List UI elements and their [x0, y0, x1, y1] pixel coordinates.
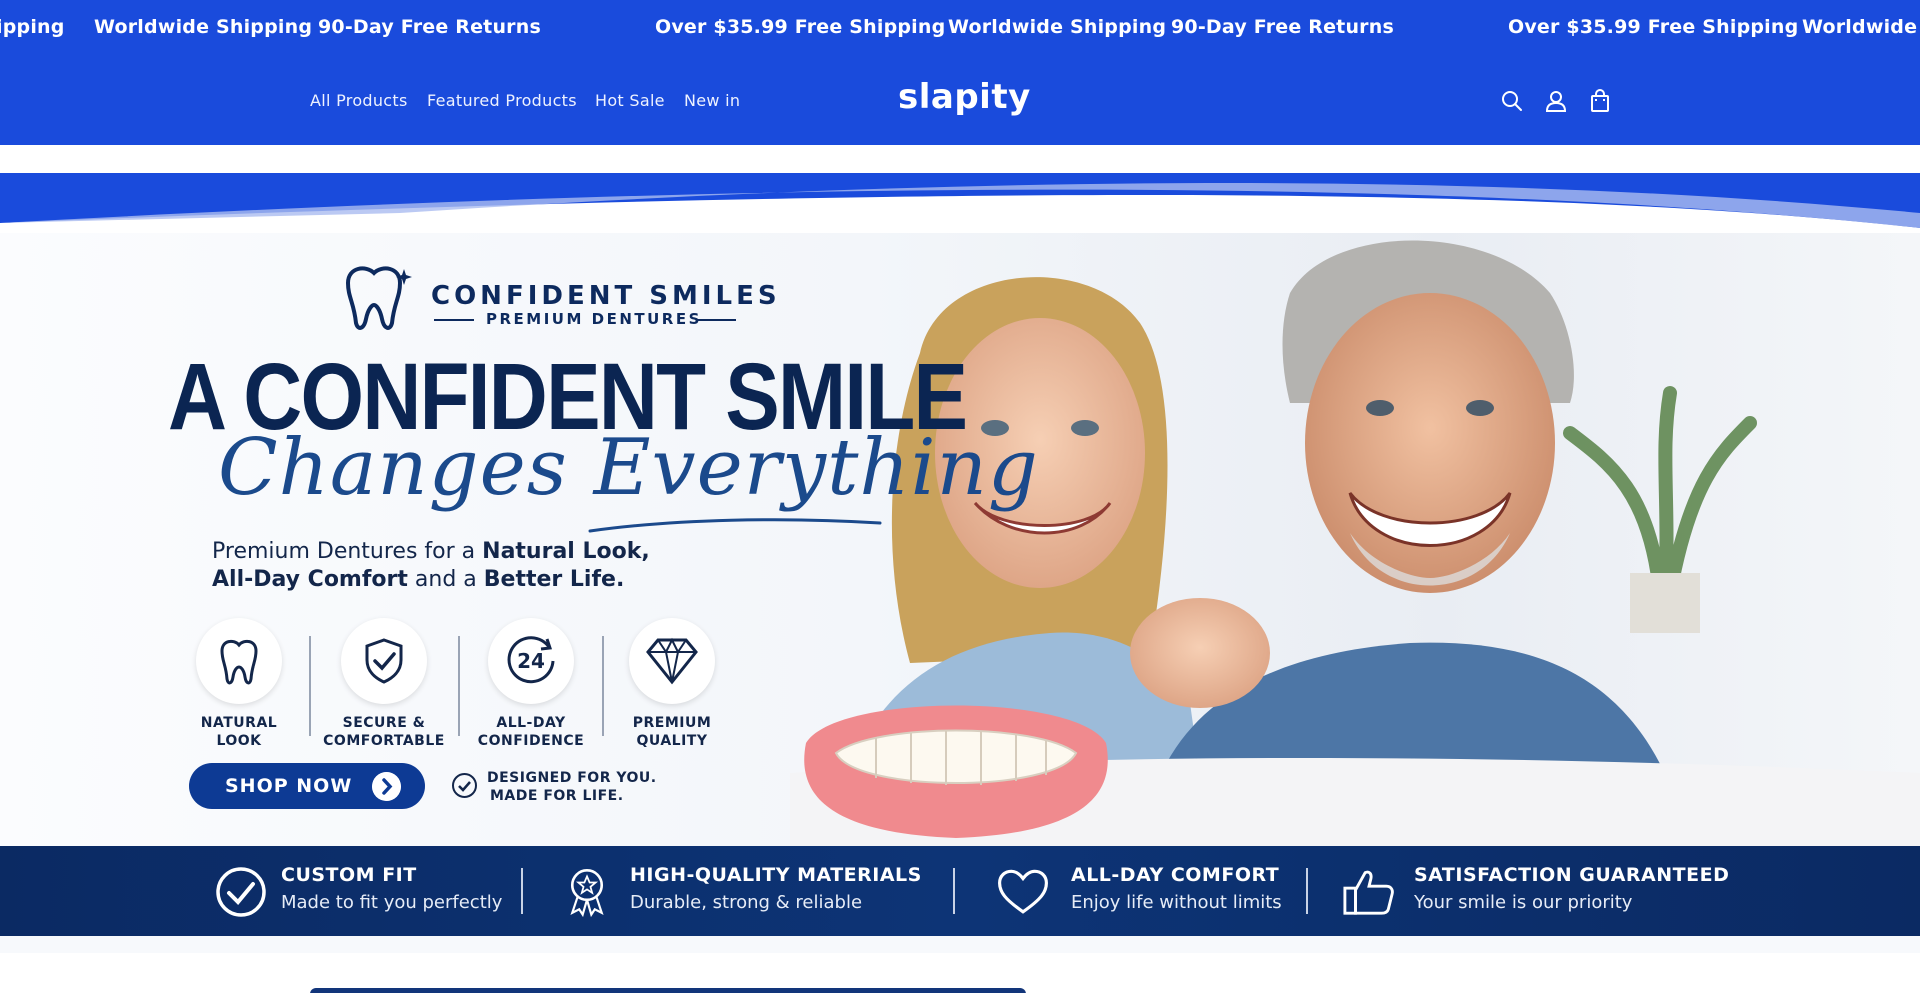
announcement-item: Over $35.99 Free Shipping — [655, 16, 946, 38]
benefit-subtitle: Durable, strong & reliable — [630, 892, 863, 913]
thumbs-up-icon — [1343, 870, 1394, 915]
benefit-high-quality-materials: HIGH-QUALITY MATERIALS Durable, strong &… — [630, 864, 922, 913]
divider — [434, 319, 474, 321]
nav-all-products[interactable]: All Products — [310, 91, 408, 110]
24-hour-badge-text: 24 — [517, 649, 545, 673]
benefit-subtitle: Enjoy life without limits — [1071, 892, 1282, 913]
feature-premium-quality: PREMIUM QUALITY — [602, 618, 742, 750]
award-badge-icon — [570, 869, 604, 918]
24-hour-icon: 24 — [507, 636, 555, 684]
script-underline-decoration — [588, 518, 882, 533]
feature-all-day-confidence: 24 ALL-DAY CONFIDENCE — [461, 618, 601, 750]
feature-label: NATURAL LOOK — [200, 715, 278, 749]
announcement-item: ipping — [0, 16, 65, 38]
announcement-item: 90-Day Free Returns — [1171, 16, 1394, 38]
benefit-satisfaction-guaranteed: SATISFACTION GUARANTEED Your smile is ou… — [1414, 864, 1729, 913]
divider — [696, 319, 736, 321]
divider — [953, 868, 955, 914]
hero-script-headline: Changes Everything — [218, 423, 1039, 513]
divider — [521, 868, 523, 914]
cart-icon[interactable] — [1587, 88, 1613, 114]
spacer-strip — [0, 145, 1920, 173]
benefit-title: ALL-DAY COMFORT — [1071, 864, 1280, 886]
announcement-item: Over $35.99 Free Shipping — [1508, 16, 1799, 38]
announcement-bar: ipping Worldwide Shipping 90-Day Free Re… — [0, 0, 1920, 56]
benefit-title: HIGH-QUALITY MATERIALS — [630, 864, 922, 886]
tooth-icon — [220, 639, 258, 685]
brand-subtitle: PREMIUM DENTURES — [486, 310, 702, 328]
feature-label: SECURE & COMFORTABLE — [323, 715, 445, 749]
benefit-custom-fit: CUSTOM FIT Made to fit you perfectly — [281, 864, 502, 913]
nav-new-in[interactable]: New in — [684, 91, 740, 110]
divider — [1306, 868, 1308, 914]
announcement-item: Worldwide Shipping — [948, 16, 1167, 38]
hero-banner[interactable]: CONFIDENT SMILES PREMIUM DENTURES A CONF… — [0, 173, 1920, 953]
hero-tagline: Premium Dentures for a Natural Look, All… — [212, 539, 650, 592]
feature-natural-look: NATURAL LOOK — [169, 618, 309, 750]
announcement-item: Worldwide Shipping — [94, 16, 313, 38]
benefit-subtitle: Your smile is our priority — [1414, 892, 1633, 913]
shop-now-button[interactable]: SHOP NOW — [189, 763, 425, 809]
benefit-all-day-comfort: ALL-DAY COMFORT Enjoy life without limit… — [1071, 864, 1282, 913]
divider — [309, 636, 311, 736]
check-circle-icon — [216, 867, 266, 917]
shield-check-icon — [365, 638, 403, 684]
benefit-subtitle: Made to fit you perfectly — [281, 892, 503, 913]
divider — [458, 636, 460, 736]
nav-featured-products[interactable]: Featured Products — [427, 91, 577, 110]
site-logo[interactable]: slapity — [898, 77, 1031, 117]
feature-label: ALL-DAY CONFIDENCE — [477, 715, 585, 749]
feature-label: PREMIUM QUALITY — [632, 715, 712, 749]
nav-hot-sale[interactable]: Hot Sale — [595, 91, 665, 110]
dentures-image — [804, 705, 1108, 838]
shop-now-label: SHOP NOW — [225, 775, 353, 797]
chevron-right-icon — [372, 772, 401, 801]
site-header: All Products Featured Products Hot Sale … — [0, 56, 1920, 145]
check-circle-icon — [452, 773, 477, 798]
diamond-icon — [646, 637, 698, 685]
tooth-logo-icon — [345, 266, 412, 330]
next-section-preview — [310, 988, 1026, 993]
brand-name: CONFIDENT SMILES — [431, 281, 781, 311]
hero-wave-decoration — [0, 173, 1920, 233]
benefit-title: SATISFACTION GUARANTEED — [1414, 864, 1730, 886]
benefits-bar: CUSTOM FIT Made to fit you perfectly HIG… — [0, 846, 1920, 936]
announcement-item: 90-Day Free Returns — [318, 16, 541, 38]
feature-secure-comfortable: SECURE & COMFORTABLE — [314, 618, 454, 750]
heart-icon — [998, 869, 1048, 914]
account-icon[interactable] — [1543, 88, 1569, 114]
announcement-item: Worldwide S — [1802, 16, 1920, 38]
benefit-title: CUSTOM FIT — [281, 864, 417, 886]
designed-for-you-text: DESIGNED FOR YOU. MADE FOR LIFE. — [487, 770, 657, 804]
search-icon[interactable] — [1499, 88, 1525, 114]
